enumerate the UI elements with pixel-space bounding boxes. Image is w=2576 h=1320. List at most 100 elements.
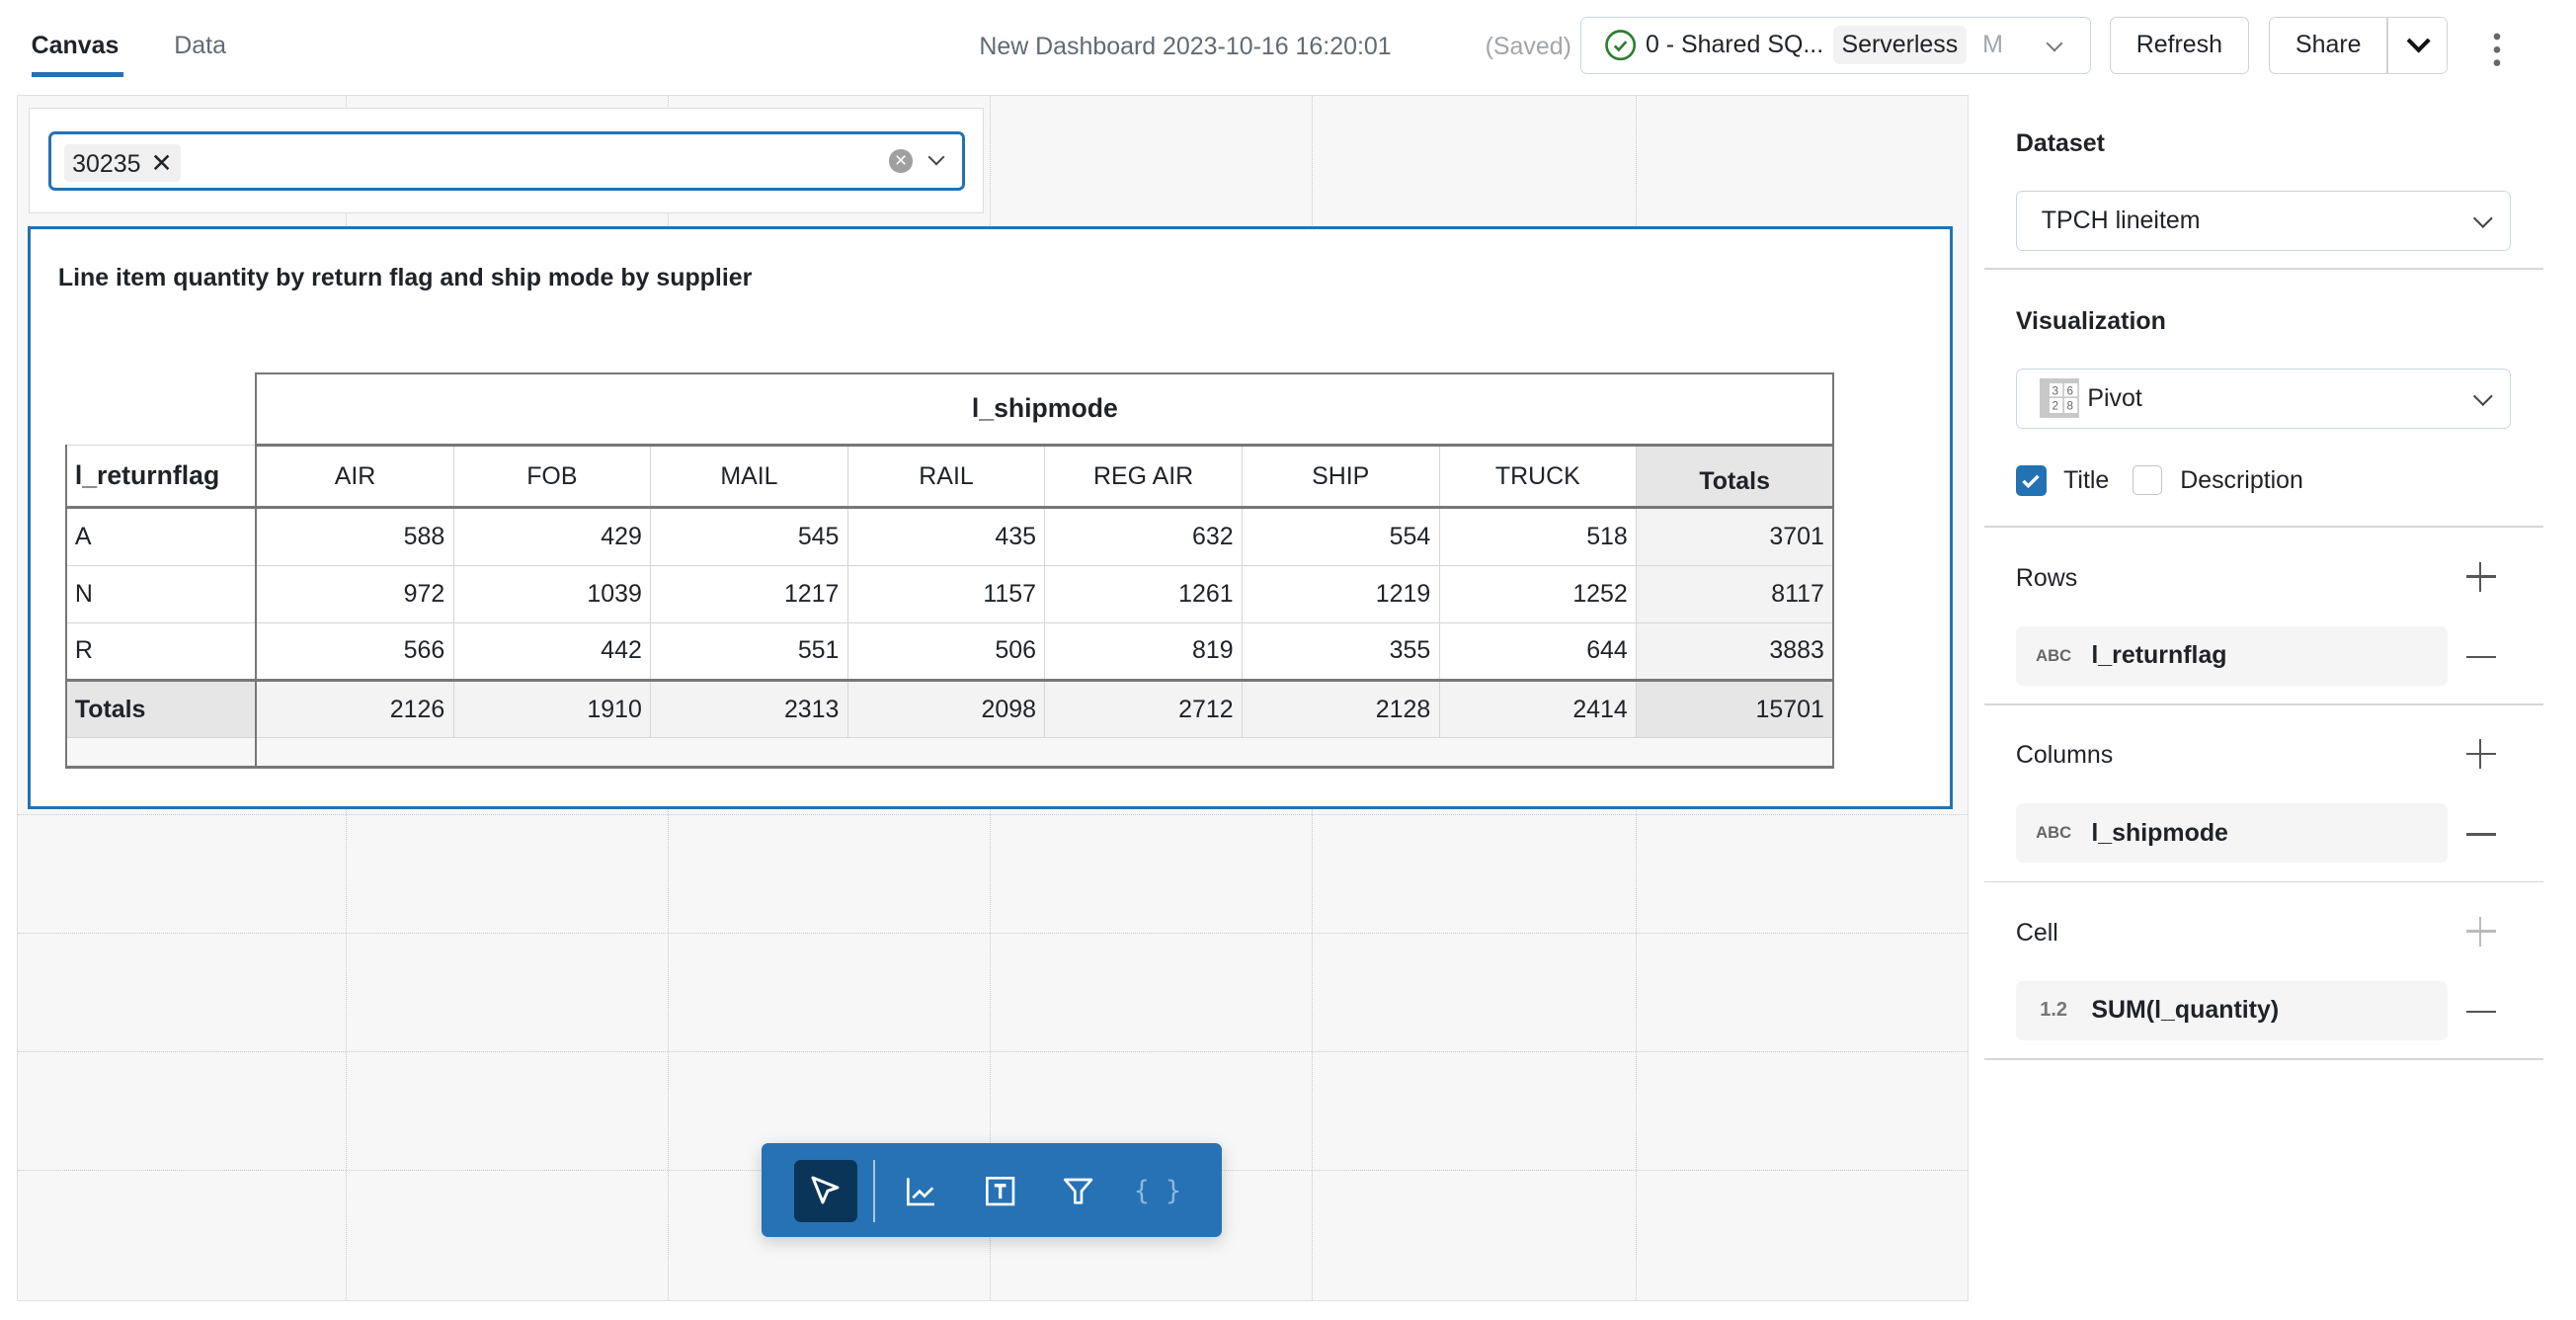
title-checkbox[interactable]	[2015, 464, 2048, 497]
number-type-icon: 1.2	[2040, 999, 2067, 1022]
table-cell: 1217	[650, 564, 848, 623]
filter-input[interactable]: 30235 ✕ ✕	[47, 131, 965, 192]
remove-row-minus-icon[interactable]	[2465, 655, 2496, 659]
filter-icon	[1064, 1178, 1093, 1204]
table-cell: 819	[1044, 621, 1243, 682]
column-total-cell: 2128	[1241, 679, 1440, 739]
column-total-cell: 2098	[846, 679, 1046, 739]
description-checkbox-label[interactable]: Description	[2180, 466, 2303, 495]
chevron-down-icon	[2473, 208, 2493, 228]
visualization-value: Pivot	[2087, 383, 2142, 412]
spacer	[255, 737, 1835, 770]
column-header: MAIL	[650, 445, 848, 510]
column-header: TRUCK	[1438, 445, 1638, 510]
table-cell: 429	[452, 507, 652, 566]
column-total-cell: 1910	[452, 679, 652, 739]
add-chart-button[interactable]	[890, 1160, 952, 1222]
grand-total-cell: 15701	[1636, 679, 1835, 739]
warehouse-size: M	[1982, 31, 2003, 59]
checkmark-icon	[2022, 474, 2040, 488]
remove-cell-minus-icon[interactable]	[2465, 1010, 2496, 1014]
visualization-label: Visualization	[2015, 307, 2166, 336]
rows-field-item[interactable]: ABC l_returnflag	[2015, 625, 2449, 686]
add-cell-plus-icon[interactable]	[2465, 917, 2496, 948]
select-tool-button[interactable]	[794, 1159, 857, 1222]
filter-chip-label: 30235	[72, 149, 141, 178]
tab-canvas[interactable]: Canvas	[32, 32, 120, 60]
table-cell: 1219	[1241, 564, 1440, 623]
add-row-plus-icon[interactable]	[2465, 561, 2496, 592]
pivot-widget[interactable]: Line item quantity by return flag and sh…	[27, 225, 1953, 810]
columns-field-item[interactable]: ABC l_shipmode	[2015, 803, 2449, 864]
table-cell: 1157	[846, 564, 1046, 623]
table-cell: 1261	[1044, 564, 1243, 623]
visualization-select[interactable]: 3628 Pivot	[2015, 368, 2511, 430]
column-header: RAIL	[846, 445, 1046, 510]
table-cell: 435	[846, 507, 1046, 566]
title-checkbox-label[interactable]: Title	[2063, 466, 2109, 495]
totals-row: Totals 2126 1910 2313 2098 2712 2128 2414 15701	[64, 679, 1835, 739]
chevron-down-icon	[2473, 385, 2493, 405]
svg-text:6: 6	[2067, 385, 2073, 398]
table-cell: 551	[650, 621, 848, 682]
pivot-icon: 3 62 8	[2040, 378, 2080, 419]
row-total-cell: 3883	[1636, 621, 1835, 682]
dashboard-title[interactable]: New Dashboard 2023-10-16 16:20:01	[979, 33, 1391, 61]
table-cell: 566	[255, 621, 454, 682]
share-button-group: Share	[2269, 16, 2449, 74]
refresh-button[interactable]: Refresh	[2109, 16, 2250, 74]
totals-column-header: Totals	[1636, 445, 1835, 510]
clear-icon[interactable]: ✕	[889, 149, 913, 173]
table-cell: 518	[1438, 507, 1638, 566]
warehouse-selector[interactable]: 0 - Shared SQ... Serverless M	[1580, 16, 2092, 74]
chevron-down-icon	[2406, 29, 2431, 54]
widget-toolbar: { }	[762, 1142, 1222, 1237]
pivot-table: l_shipmode l_returnflag AIR FOB MAIL RAIL RE…	[64, 371, 1835, 770]
column-total-cell: 2126	[255, 679, 454, 739]
table-cell: 506	[846, 621, 1046, 682]
row-header: N	[64, 564, 258, 623]
table-row: R 566 442 551 506 819 355 644 3883	[64, 621, 1835, 682]
widget-title: Line item quantity by return flag and sh…	[57, 263, 753, 291]
column-header: REG AIR	[1044, 445, 1243, 510]
row-total-cell: 3701	[1636, 507, 1835, 566]
rows-label: Rows	[2015, 563, 2078, 592]
table-footer-spacer	[64, 737, 1835, 770]
chevron-down-icon[interactable]	[927, 148, 945, 166]
row-header: A	[64, 507, 258, 566]
remove-column-minus-icon[interactable]	[2465, 833, 2496, 836]
svg-text:8: 8	[2067, 400, 2073, 413]
table-cell: 554	[1241, 507, 1440, 566]
filter-chip[interactable]: 30235 ✕	[63, 144, 182, 182]
table-cell: 355	[1241, 621, 1440, 682]
add-column-plus-icon[interactable]	[2465, 739, 2496, 770]
remove-chip-x-icon[interactable]: ✕	[150, 148, 172, 178]
tab-data[interactable]: Data	[174, 32, 226, 60]
table-cell: 644	[1438, 621, 1638, 682]
dataset-select[interactable]: TPCH lineitem	[2015, 190, 2511, 252]
share-dropdown-button[interactable]	[2388, 17, 2447, 74]
filter-widget[interactable]: 30235 ✕ ✕	[29, 108, 984, 213]
check-circle-icon	[1605, 30, 1637, 61]
dashboard-canvas[interactable]: 30235 ✕ ✕ Line item quantity by return fl…	[16, 95, 1969, 1302]
column-total-cell: 2414	[1438, 679, 1638, 739]
parameter-icon[interactable]: { }	[1126, 1160, 1188, 1222]
dataset-label: Dataset	[2015, 129, 2105, 158]
cell-label: Cell	[2015, 918, 2058, 947]
cell-field-item[interactable]: 1.2 SUM(l_quantity)	[2015, 980, 2449, 1040]
more-options-kebab-icon[interactable]	[2492, 32, 2502, 68]
columns-label: Columns	[2015, 741, 2114, 770]
description-checkbox[interactable]	[2132, 464, 2163, 495]
table-row: A 588 429 545 435 632 554 518 3701	[64, 507, 1835, 566]
string-type-icon: ABC	[2036, 645, 2072, 665]
column-total-cell: 2712	[1044, 679, 1243, 739]
add-text-button[interactable]	[969, 1160, 1031, 1222]
share-button[interactable]: Share	[2270, 31, 2386, 59]
cell-field-name: SUM(l_quantity)	[2091, 996, 2280, 1025]
add-filter-button[interactable]	[1048, 1160, 1110, 1222]
serverless-badge: Serverless	[1833, 26, 1967, 65]
select-icon	[811, 1176, 840, 1204]
column-field-header: l_shipmode	[255, 371, 1835, 448]
columns-field-name: l_shipmode	[2091, 818, 2228, 847]
column-header: AIR	[255, 445, 454, 510]
